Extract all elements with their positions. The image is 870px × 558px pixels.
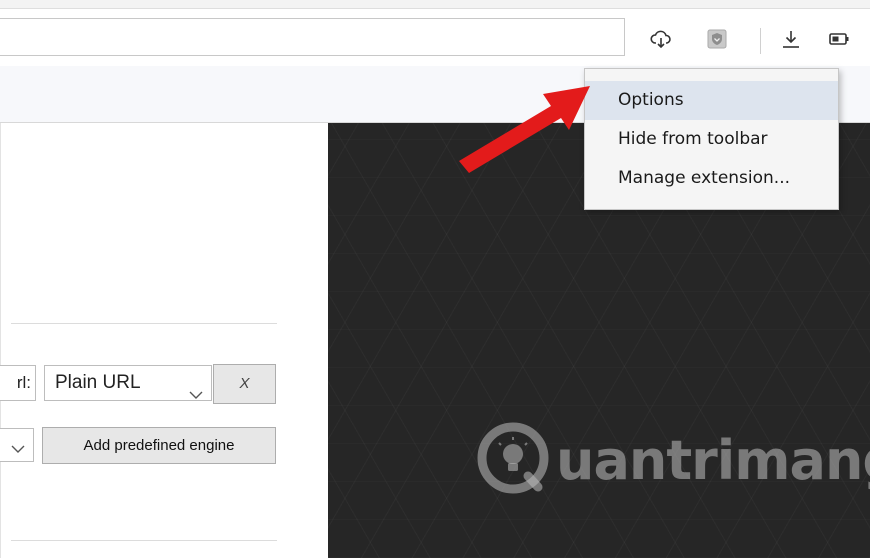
- tab-strip-edge: [0, 0, 870, 9]
- browser-window: rl: Plain URL X Add predefined engine ua…: [0, 0, 870, 558]
- menu-item-options[interactable]: Options: [585, 81, 838, 120]
- cloud-download-icon[interactable]: [650, 28, 672, 50]
- lightbulb-logo-icon: [476, 421, 550, 500]
- toolbar-separator: [760, 28, 761, 54]
- address-bar[interactable]: [0, 18, 625, 56]
- chevron-down-icon: [189, 378, 203, 412]
- battery-icon[interactable]: [828, 28, 850, 50]
- watermark-logo: uantrimang: [476, 420, 870, 500]
- browser-toolbar: [0, 0, 870, 67]
- url-type-select[interactable]: Plain URL: [44, 365, 212, 401]
- watermark-text: uantrimang: [556, 428, 870, 492]
- url-type-select-value: Plain URL: [55, 372, 141, 393]
- extension-context-menu: Options Hide from toolbar Manage extensi…: [584, 68, 839, 210]
- section-divider: [11, 323, 277, 324]
- menu-item-manage-extension[interactable]: Manage extension...: [585, 159, 838, 198]
- download-icon[interactable]: [780, 28, 802, 50]
- chevron-down-icon: [11, 441, 25, 459]
- url-field-label: rl:: [0, 365, 36, 401]
- section-divider: [11, 540, 277, 541]
- add-predefined-engine-button[interactable]: Add predefined engine: [42, 427, 276, 464]
- menu-item-hide-from-toolbar[interactable]: Hide from toolbar: [585, 120, 838, 159]
- extension-shield-icon[interactable]: [706, 28, 728, 50]
- predefined-engine-select[interactable]: [0, 428, 34, 462]
- options-page: [0, 123, 329, 558]
- remove-engine-button[interactable]: X: [213, 364, 276, 404]
